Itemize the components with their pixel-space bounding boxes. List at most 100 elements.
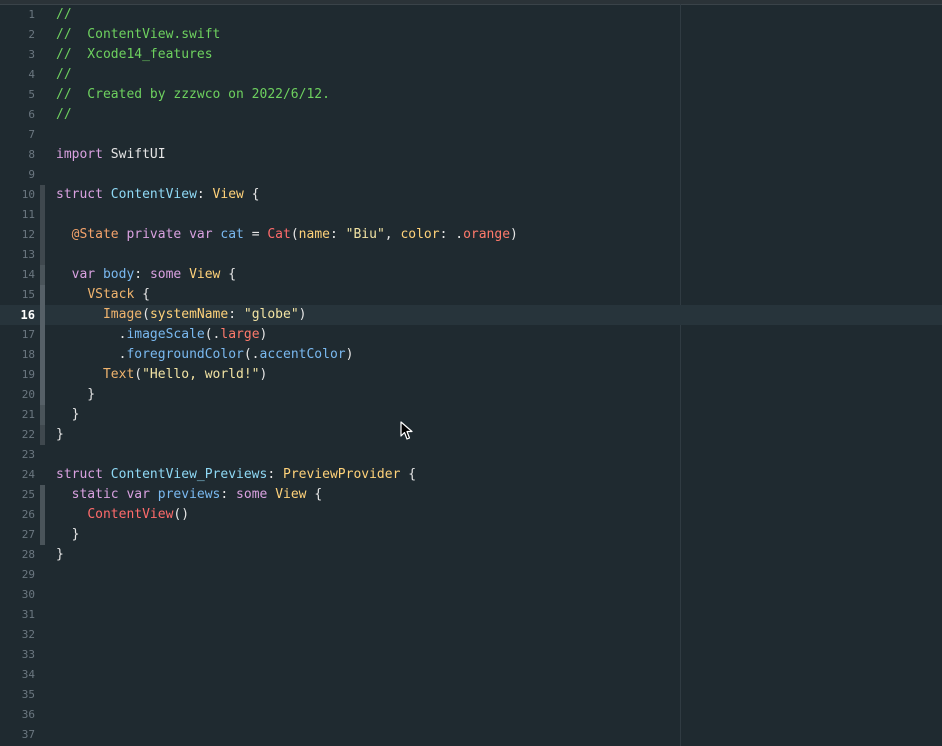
code-line[interactable]: 27 } — [0, 525, 942, 545]
code-line[interactable]: 33 — [0, 645, 942, 665]
code-line[interactable]: 31 — [0, 605, 942, 625]
code-token: orange — [463, 227, 511, 242]
code-text[interactable]: // Xcode14_features — [56, 45, 213, 65]
code-text[interactable]: static var previews: some View { — [56, 485, 323, 505]
code-token: ContentView_Previews — [110, 467, 268, 482]
code-line[interactable]: 23 — [0, 445, 942, 465]
code-line[interactable]: 17 .imageScale(.large) — [0, 325, 942, 345]
line-number: 25 — [21, 488, 35, 501]
code-editor[interactable]: 1 // 2 // ContentView.swift 3 // Xcode14_feat… — [0, 0, 942, 746]
code-text[interactable]: } — [56, 545, 64, 565]
code-text[interactable]: // — [56, 65, 72, 85]
line-number: 15 — [21, 288, 35, 301]
code-line[interactable]: 3 // Xcode14_features — [0, 45, 942, 65]
code-token: : — [220, 487, 237, 502]
fold-ribbon-vstack[interactable] — [40, 285, 45, 405]
code-token: "globe" — [243, 307, 299, 322]
code-line[interactable]: 10 struct ContentView: View { — [0, 185, 942, 205]
line-number: 11 — [21, 208, 35, 221]
code-token: : . — [439, 227, 464, 242]
code-line[interactable]: 20 } — [0, 385, 942, 405]
code-line[interactable]: 34 — [0, 665, 942, 685]
code-line[interactable]: 30 — [0, 585, 942, 605]
code-line[interactable]: 36 — [0, 705, 942, 725]
code-text[interactable]: struct ContentView_Previews: PreviewProv… — [56, 465, 416, 485]
line-number: 35 — [21, 688, 35, 701]
line-number: 30 — [21, 588, 35, 601]
code-text[interactable]: } — [56, 425, 64, 445]
code-token: VStack — [87, 287, 135, 302]
code-line[interactable]: 12 @State private var cat = Cat(name: "B… — [0, 225, 942, 245]
code-line[interactable]: 26 ContentView() — [0, 505, 942, 525]
code-token: ContentView — [110, 187, 197, 202]
fold-ribbon-previews[interactable] — [40, 485, 45, 545]
code-line[interactable]: 37 — [0, 725, 942, 745]
line-number: 21 — [21, 408, 35, 421]
code-line[interactable]: 24 struct ContentView_Previews: PreviewPr… — [0, 465, 942, 485]
code-text[interactable]: } — [56, 385, 95, 405]
code-token: // — [56, 67, 72, 82]
code-text[interactable]: // — [56, 105, 72, 125]
code-line[interactable]: 22} — [0, 425, 942, 445]
code-text[interactable]: ContentView() — [56, 505, 189, 525]
code-token: { — [243, 187, 260, 202]
line-number: 5 — [28, 88, 35, 101]
code-token: struct — [56, 467, 103, 482]
code-token: static — [71, 487, 119, 502]
code-line[interactable]: 29 — [0, 565, 942, 585]
code-text[interactable]: import SwiftUI — [56, 145, 166, 165]
code-text[interactable]: // — [56, 5, 72, 25]
line-number: 22 — [21, 428, 35, 441]
code-token: ) — [259, 327, 268, 342]
code-text[interactable]: } — [56, 525, 80, 545]
code-line[interactable]: 21 } — [0, 405, 942, 425]
code-line[interactable]: 16 Image(systemName: "globe") — [0, 305, 942, 325]
code-token: some — [149, 267, 182, 282]
code-line[interactable]: 7 — [0, 125, 942, 145]
line-number: 37 — [21, 728, 35, 741]
code-text[interactable]: .imageScale(.large) — [56, 325, 268, 345]
code-line[interactable]: 19 Text("Hello, world!") — [0, 365, 942, 385]
code-token: ) — [298, 307, 307, 322]
code-text[interactable]: Text("Hello, world!") — [56, 365, 267, 385]
line-number: 18 — [21, 348, 35, 361]
code-line[interactable]: 32 — [0, 625, 942, 645]
code-line[interactable]: 8 import SwiftUI — [0, 145, 942, 165]
code-line[interactable]: 15 VStack { — [0, 285, 942, 305]
code-line[interactable]: 28} — [0, 545, 942, 565]
code-text[interactable]: VStack { — [56, 285, 150, 305]
code-line[interactable]: 1 // — [0, 5, 942, 25]
line-number: 36 — [21, 708, 35, 721]
code-line[interactable]: 18 .foregroundColor(.accentColor) — [0, 345, 942, 365]
code-line[interactable]: 13 — [0, 245, 942, 265]
code-token: View — [189, 267, 221, 282]
code-text[interactable]: // ContentView.swift — [56, 25, 220, 45]
code-line[interactable]: 2 // ContentView.swift — [0, 25, 942, 45]
code-line[interactable]: 4 // — [0, 65, 942, 85]
code-token: : — [228, 307, 244, 322]
code-token: ( — [290, 227, 299, 242]
code-line[interactable]: 6 // — [0, 105, 942, 125]
code-line[interactable]: 25 static var previews: some View { — [0, 485, 942, 505]
code-line[interactable]: 9 — [0, 165, 942, 185]
code-token: body — [102, 267, 135, 282]
code-text[interactable]: @State private var cat = Cat(name: "Biu"… — [56, 225, 518, 245]
code-token: Cat — [267, 227, 291, 242]
code-text[interactable]: struct ContentView: View { — [56, 185, 260, 205]
code-line[interactable]: 5 // Created by zzzwco on 2022/6/12. — [0, 85, 942, 105]
code-token: Text — [102, 367, 135, 382]
code-line[interactable]: 35 — [0, 685, 942, 705]
code-text[interactable]: Image(systemName: "globe") — [56, 305, 307, 325]
code-text[interactable]: // Created by zzzwco on 2022/6/12. — [56, 85, 330, 105]
code-line[interactable]: 14 var body: some View { — [0, 265, 942, 285]
code-line[interactable]: 11 — [0, 205, 942, 225]
code-text[interactable]: var body: some View { — [56, 265, 236, 285]
code-text[interactable]: .foregroundColor(.accentColor) — [56, 345, 354, 365]
code-text[interactable]: } — [56, 405, 80, 425]
line-number: 12 — [21, 228, 35, 241]
code-token: { — [400, 467, 417, 482]
